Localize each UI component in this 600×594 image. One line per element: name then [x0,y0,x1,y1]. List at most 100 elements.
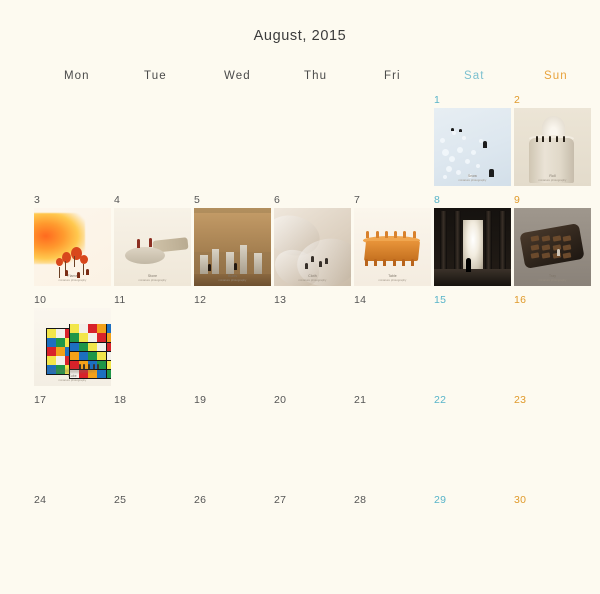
calendar-app: August, 2015 Mon Tue Wed Thu Fri Sat Sun 1 Snow… [0,0,600,526]
day-number: 21 [354,394,367,406]
day-number [114,94,194,106]
day-number: 30 [514,494,527,506]
day-number: 13 [274,294,287,306]
weekday-header-sun: Sun [544,70,568,82]
day-number: 27 [274,494,287,506]
calendar-day-cell-24[interactable]: 24 [34,494,114,594]
day-number: 9 [514,194,521,206]
day-number: 20 [274,394,287,406]
calendar-day-cell-12[interactable]: 12 [194,294,274,394]
calendar-day-cell-19[interactable]: 19 [194,394,274,494]
calendar-day-cell-7[interactable]: 7 Table miniature photography [354,194,434,294]
calendar-day-cell-empty [114,94,194,194]
day-number [354,94,434,106]
day-number: 5 [194,194,201,206]
weekday-header-mon: Mon [64,70,90,82]
thumbnail-caption-subtitle: miniature photography [378,278,407,282]
day-photo-thumbnail-4[interactable]: Stone miniature photography [114,208,191,286]
calendar-week-row: 17 18 19 20 21 22 23 [34,394,600,494]
calendar-day-cell-2[interactable]: 2 Roll miniature photography [514,94,594,194]
day-photo-thumbnail-8[interactable] [434,208,511,286]
day-photo-thumbnail-3[interactable]: Flame miniature photography [34,208,111,286]
thumbnail-caption: Snow miniature photography [434,174,511,182]
thumbnail-caption: Ruins miniature photography [194,274,271,282]
day-number: 19 [194,394,207,406]
page-title: August, 2015 [253,28,347,44]
calendar-day-cell-29[interactable]: 29 [434,494,514,594]
calendar-week-row: 10 Cube miniature photography 11 12 13 14 15 16 [34,294,600,394]
weekday-header-fri: Fri [384,70,401,82]
day-number: 4 [114,194,121,206]
calendar-day-cell-10[interactable]: 10 Cube miniature photography [34,294,114,394]
thumbnail-caption: Flame miniature photography [34,274,111,282]
day-number: 22 [434,394,447,406]
calendar-week-row: 1 Snow miniature photography 2 Roll miniature… [34,94,600,194]
day-number: 23 [514,394,527,406]
calendar-day-cell-4[interactable]: 4 Stone miniature photography [114,194,194,294]
calendar-day-cell-22[interactable]: 22 [434,394,514,494]
thumbnail-caption-subtitle: miniature photography [458,178,487,182]
calendar-day-cell-6[interactable]: 6 Cloth miniature photography [274,194,354,294]
day-number: 28 [354,494,367,506]
day-number [34,94,114,106]
calendar-day-cell-20[interactable]: 20 [274,394,354,494]
day-number: 14 [354,294,367,306]
calendar-day-cell-13[interactable]: 13 [274,294,354,394]
weekday-header-wed: Wed [224,70,251,82]
day-photo-thumbnail-6[interactable]: Cloth miniature photography [274,208,351,286]
calendar-week-row: 24 25 26 27 28 29 30 [34,494,600,594]
thumbnail-artwork-dark [434,208,511,286]
day-photo-thumbnail-7[interactable]: Table miniature photography [354,208,431,286]
calendar-day-cell-1[interactable]: 1 Snow miniature photography [434,94,514,194]
day-number: 10 [34,294,47,306]
calendar-week-row: 3 Flame miniature photography 4 Stone miniatu… [34,194,600,294]
weekday-header-sat: Sat [464,70,485,82]
day-number: 16 [514,294,527,306]
day-number: 12 [194,294,207,306]
calendar-day-cell-3[interactable]: 3 Flame miniature photography [34,194,114,294]
calendar-day-cell-5[interactable]: 5 Ruins miniature photography [194,194,274,294]
calendar-day-cell-26[interactable]: 26 [194,494,274,594]
calendar-day-cell-empty [194,94,274,194]
day-photo-thumbnail-2[interactable]: Roll miniature photography [514,108,591,186]
calendar-day-cell-11[interactable]: 11 [114,294,194,394]
calendar-day-cell-18[interactable]: 18 [114,394,194,494]
day-number: 24 [34,494,47,506]
calendar-day-cell-25[interactable]: 25 [114,494,194,594]
thumbnail-caption: Stone miniature photography [114,274,191,282]
thumbnail-caption: Tray miniature photography [514,274,591,282]
thumbnail-caption-subtitle: miniature photography [58,378,87,382]
thumbnail-caption-subtitle: miniature photography [298,278,327,282]
day-number: 25 [114,494,127,506]
calendar-day-cell-30[interactable]: 30 [514,494,594,594]
calendar-grid: 1 Snow miniature photography 2 Roll miniature… [34,94,600,594]
calendar-day-cell-empty [274,94,354,194]
calendar-day-cell-9[interactable]: 9 Tray miniature photography [514,194,594,294]
thumbnail-caption-subtitle: miniature photography [58,278,87,282]
calendar-day-cell-28[interactable]: 28 [354,494,434,594]
calendar-day-cell-empty [354,94,434,194]
calendar-day-cell-17[interactable]: 17 [34,394,114,494]
calendar-day-cell-27[interactable]: 27 [274,494,354,594]
thumbnail-caption: Table miniature photography [354,274,431,282]
day-photo-thumbnail-9[interactable]: Tray miniature photography [514,208,591,286]
day-number: 26 [194,494,207,506]
day-number: 7 [354,194,361,206]
thumbnail-caption-subtitle: miniature photography [138,278,167,282]
calendar-day-cell-16[interactable]: 16 [514,294,594,394]
day-photo-thumbnail-5[interactable]: Ruins miniature photography [194,208,271,286]
calendar-day-cell-23[interactable]: 23 [514,394,594,494]
calendar-day-cell-15[interactable]: 15 [434,294,514,394]
day-number: 11 [114,294,126,306]
calendar-day-cell-21[interactable]: 21 [354,394,434,494]
calendar-day-cell-8[interactable]: 8 [434,194,514,294]
day-photo-thumbnail-10[interactable]: Cube miniature photography [34,308,111,386]
thumbnail-caption-subtitle: miniature photography [218,278,247,282]
weekday-header-row: Mon Tue Wed Thu Fri Sat Sun [34,70,600,82]
day-number [194,94,274,106]
day-photo-thumbnail-1[interactable]: Snow miniature photography [434,108,511,186]
thumbnail-caption: Roll miniature photography [514,174,591,182]
calendar-day-cell-14[interactable]: 14 [354,294,434,394]
thumbnail-caption-subtitle: miniature photography [538,178,567,182]
day-number: 18 [114,394,127,406]
